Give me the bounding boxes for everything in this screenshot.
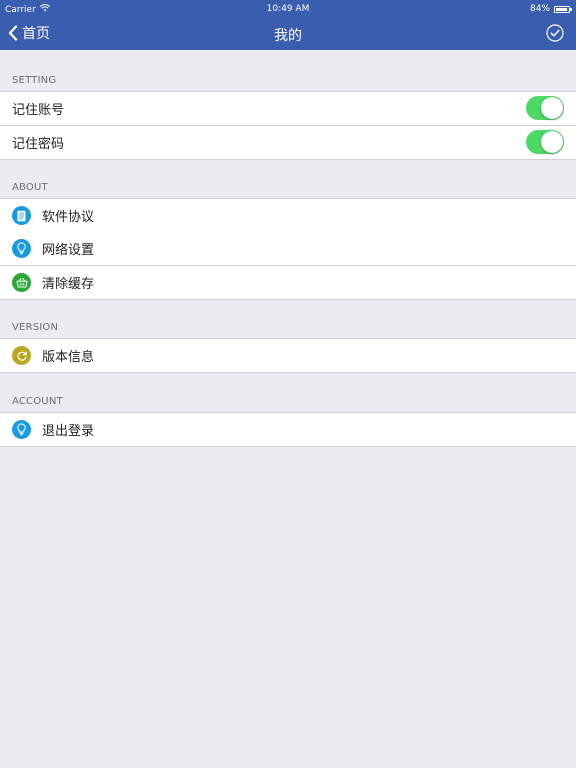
account-group: 退出登录 — [0, 412, 576, 447]
lightbulb-icon — [12, 239, 31, 258]
page-title: 我的 — [274, 28, 302, 44]
about-row-software-agreement[interactable]: 软件协议 — [0, 199, 576, 232]
about-row-network-settings[interactable]: 网络设置 — [0, 232, 576, 265]
remember-password-toggle[interactable] — [526, 130, 564, 154]
setting-row-remember-password: 记住密码 — [0, 125, 576, 159]
refresh-icon — [12, 346, 31, 365]
about-row-clear-cache[interactable]: 清除缓存 — [0, 265, 576, 299]
version-group: 版本信息 — [0, 338, 576, 373]
section-header-version: VERSION — [12, 322, 59, 333]
battery-icon — [554, 5, 572, 13]
account-label: 退出登录 — [42, 424, 95, 439]
section-header-setting: SETTING — [12, 75, 57, 86]
setting-label: 记住账号 — [12, 103, 65, 118]
about-group: 软件协议 网络设置 清除缓存 — [0, 198, 576, 300]
version-row-version-info[interactable]: 版本信息 — [0, 339, 576, 372]
navigation-bar: 首页 我的 — [0, 18, 576, 50]
status-right: 84% — [529, 4, 572, 14]
section-header-account: ACCOUNT — [12, 396, 63, 407]
setting-label: 记住密码 — [12, 137, 65, 152]
remember-account-toggle[interactable] — [526, 96, 564, 120]
about-label: 清除缓存 — [42, 277, 95, 292]
about-label: 软件协议 — [42, 210, 95, 225]
checkmark-button[interactable] — [546, 24, 564, 42]
setting-row-remember-account: 记住账号 — [0, 92, 576, 125]
checkmark-circle-icon — [546, 24, 564, 42]
document-icon — [12, 206, 31, 225]
status-bar: Carrier 10:49 AM 84% — [0, 0, 576, 18]
section-header-about: ABOUT — [12, 182, 48, 193]
version-label: 版本信息 — [42, 350, 95, 365]
account-row-logout[interactable]: 退出登录 — [0, 413, 576, 446]
lightbulb-icon — [12, 420, 31, 439]
about-label: 网络设置 — [42, 243, 95, 258]
setting-group: 记住账号 记住密码 — [0, 91, 576, 160]
battery-percent: 84% — [529, 4, 550, 14]
basket-icon — [12, 273, 31, 292]
status-time: 10:49 AM — [266, 4, 310, 14]
